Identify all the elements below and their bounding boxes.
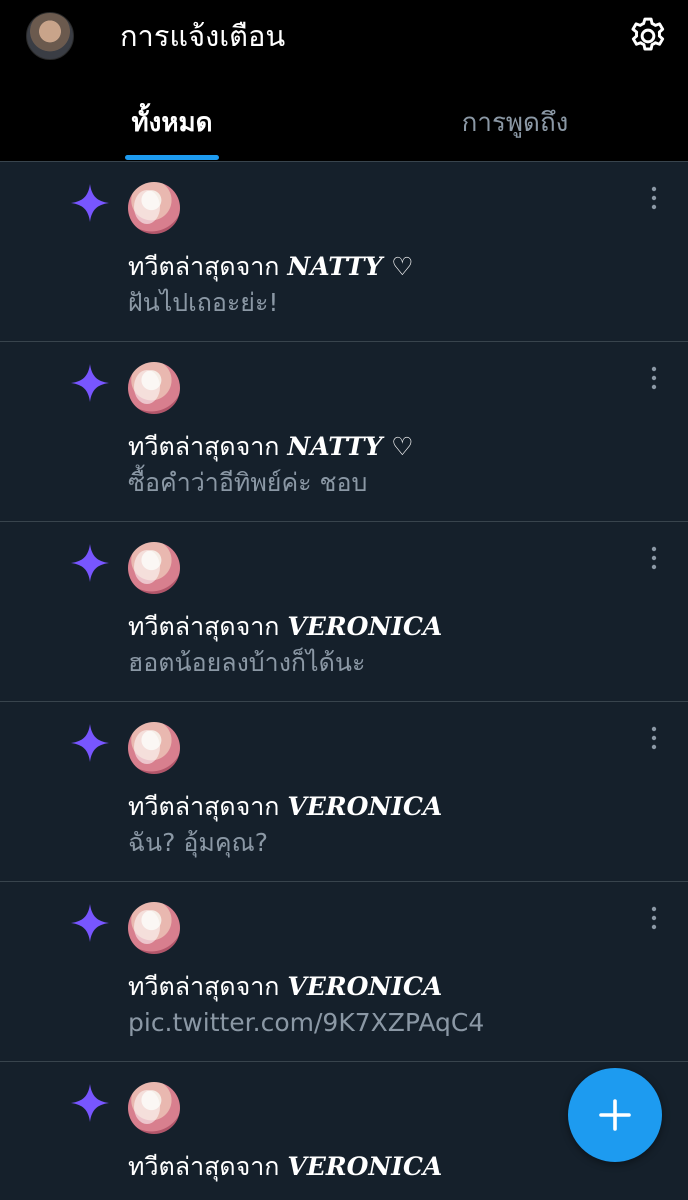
notification-list: ทวีตล่าสุดจาก NATTY ♡ ฝันไปเถอะย่ะ! ทวีต… bbox=[0, 162, 688, 1200]
tab-all[interactable]: ทั้งหมด bbox=[80, 90, 264, 162]
more-vertical-icon[interactable] bbox=[640, 364, 668, 392]
headline-prefix: ทวีตล่าสุดจาก bbox=[128, 432, 280, 461]
active-tab-indicator bbox=[125, 155, 219, 160]
tweet-text: ฮอตน้อยลงบ้างก็ได้นะ bbox=[128, 648, 366, 677]
tweet-text: ฉัน? อุ้มคุณ? bbox=[128, 828, 269, 857]
author-name: NATTY ♡ bbox=[287, 432, 414, 461]
notification-item[interactable]: ทวีตล่าสุดจาก VERONICA ฮอตน้อยลงบ้างก็ได… bbox=[0, 522, 688, 702]
avatar[interactable] bbox=[128, 542, 180, 594]
tweet-link[interactable]: pic.twitter.com/9K7XZPAqC4 bbox=[128, 1006, 484, 1040]
headline-prefix: ทวีตล่าสุดจาก bbox=[128, 252, 280, 281]
more-vertical-icon[interactable] bbox=[640, 724, 668, 752]
top-header: การแจ้งเตือน ทั้งหมด การพูดถึง bbox=[0, 0, 688, 162]
notification-headline: ทวีตล่าสุดจาก VERONICA bbox=[128, 1150, 442, 1184]
author-name: VERONICA bbox=[287, 612, 443, 641]
notification-item[interactable]: ทวีตล่าสุดจาก VERONICA pic.twitter.com/9… bbox=[0, 882, 688, 1062]
notification-headline: ทวีตล่าสุดจาก VERONICA bbox=[128, 790, 442, 824]
sparkle-icon bbox=[71, 184, 109, 222]
headline-prefix: ทวีตล่าสุดจาก bbox=[128, 612, 280, 641]
notifications-screen: การแจ้งเตือน ทั้งหมด การพูดถึง ทวีตล่าสุ… bbox=[0, 0, 688, 1200]
tab-mentions-label: การพูดถึง bbox=[461, 108, 569, 138]
headline-prefix: ทวีตล่าสุดจาก bbox=[128, 792, 280, 821]
notification-item[interactable]: ทวีตล่าสุดจาก VERONICA ฉัน? อุ้มคุณ? bbox=[0, 702, 688, 882]
more-vertical-icon[interactable] bbox=[640, 544, 668, 572]
author-name: VERONICA bbox=[287, 1152, 443, 1181]
notification-headline: ทวีตล่าสุดจาก VERONICA bbox=[128, 970, 442, 1004]
profile-avatar[interactable] bbox=[26, 12, 74, 60]
notification-item[interactable]: ทวีตล่าสุดจาก NATTY ♡ ซื้อคำว่าอีทิพย์ค่… bbox=[0, 342, 688, 522]
sparkle-icon bbox=[71, 904, 109, 942]
sparkle-icon bbox=[71, 724, 109, 762]
compose-tweet-button[interactable] bbox=[568, 1068, 662, 1162]
headline-prefix: ทวีตล่าสุดจาก bbox=[128, 1152, 280, 1181]
author-name: VERONICA bbox=[287, 792, 443, 821]
notification-headline: ทวีตล่าสุดจาก NATTY ♡ bbox=[128, 430, 414, 464]
headline-prefix: ทวีตล่าสุดจาก bbox=[128, 972, 280, 1001]
notification-headline: ทวีตล่าสุดจาก NATTY ♡ bbox=[128, 250, 414, 284]
notification-headline: ทวีตล่าสุดจาก VERONICA bbox=[128, 610, 442, 644]
avatar[interactable] bbox=[128, 1082, 180, 1134]
avatar[interactable] bbox=[128, 722, 180, 774]
notification-item[interactable]: ทวีตล่าสุดจาก NATTY ♡ ฝันไปเถอะย่ะ! bbox=[0, 162, 688, 342]
sparkle-icon bbox=[71, 364, 109, 402]
sparkle-icon bbox=[71, 544, 109, 582]
sparkle-icon bbox=[71, 1084, 109, 1122]
more-vertical-icon[interactable] bbox=[640, 904, 668, 932]
avatar[interactable] bbox=[128, 362, 180, 414]
gear-icon[interactable] bbox=[626, 14, 670, 58]
author-name: VERONICA bbox=[287, 972, 443, 1001]
page-title: การแจ้งเตือน bbox=[120, 19, 286, 53]
plus-icon bbox=[599, 1099, 631, 1131]
tweet-text: ซื้อคำว่าอีทิพย์ค่ะ ชอบ bbox=[128, 468, 368, 497]
avatar[interactable] bbox=[128, 182, 180, 234]
tab-mentions[interactable]: การพูดถึง bbox=[400, 90, 630, 162]
author-name: NATTY ♡ bbox=[287, 252, 414, 281]
tweet-text: ฝันไปเถอะย่ะ! bbox=[128, 288, 279, 317]
avatar[interactable] bbox=[128, 902, 180, 954]
tab-all-label: ทั้งหมด bbox=[131, 108, 213, 138]
more-vertical-icon[interactable] bbox=[640, 184, 668, 212]
tab-bar: ทั้งหมด การพูดถึง bbox=[0, 90, 688, 162]
